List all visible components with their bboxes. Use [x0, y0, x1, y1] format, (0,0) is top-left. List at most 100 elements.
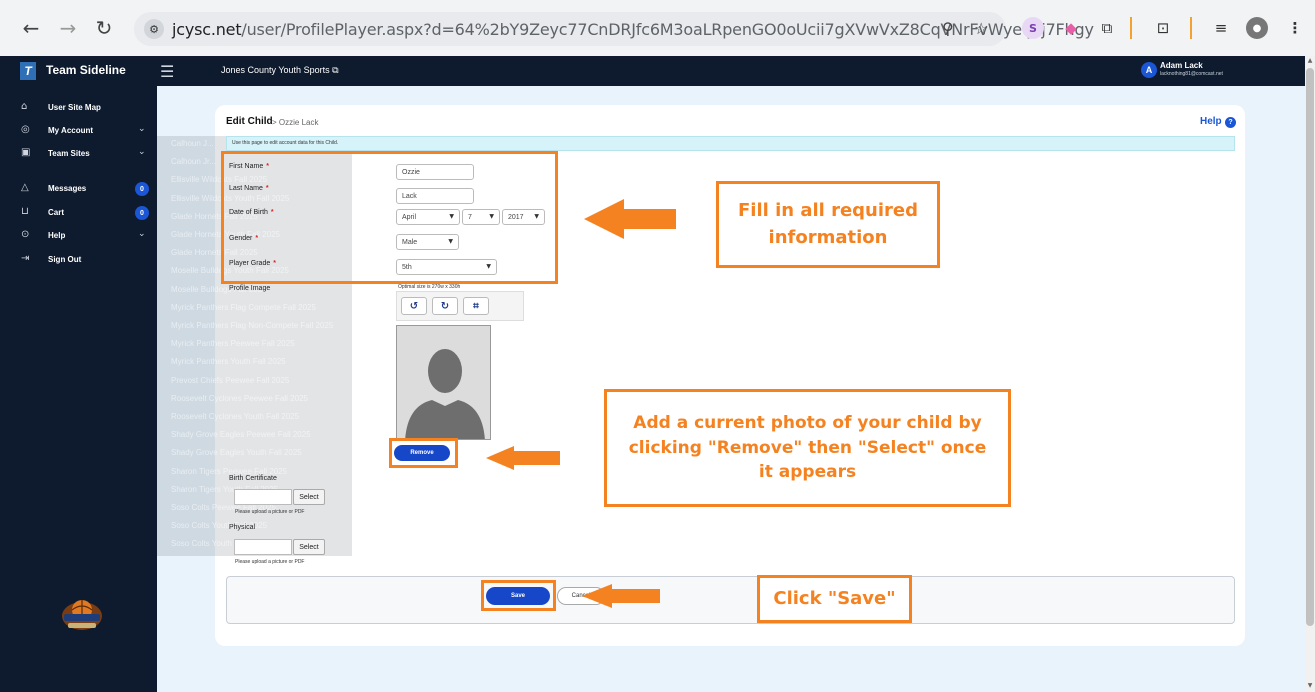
team-site-item[interactable]: Myrick Panthers Flag Non-Compete Fall 20…: [171, 321, 333, 330]
org-name: Jones County Youth Sports: [221, 65, 330, 75]
scrollbar-thumb[interactable]: [1306, 68, 1314, 626]
org-link[interactable]: Jones County Youth Sports ⧉: [221, 65, 339, 76]
user-email: lacknothing81@comcast.net: [1160, 71, 1223, 77]
team-site-item[interactable]: Roosevelt Cyclones Youth Fall 2025: [171, 412, 299, 421]
arrow-left-icon: [486, 446, 560, 470]
chevron-down-icon: ⌄: [138, 124, 146, 134]
sidebar-item-label: Team Sites: [48, 149, 90, 158]
browser-toolbar: ← → ↻ ⚙ jcysc.net/user/ProfilePlayer.asp…: [0, 0, 1315, 56]
help-icon: ⊙: [21, 229, 30, 240]
fill-required-callout: Fill in all required information: [716, 181, 940, 268]
zoom-icon[interactable]: ⚲: [942, 19, 954, 38]
birth-certificate-select-button[interactable]: Select: [293, 489, 325, 505]
sidebar-item-user-site-map[interactable]: ⌂ User Site Map: [0, 98, 157, 118]
home-icon: ⌂: [21, 101, 28, 112]
url-path: /user/ProfilePlayer.aspx?d=64%2bY9Zeyc77…: [241, 20, 1094, 39]
reload-icon[interactable]: ↻: [92, 16, 116, 40]
user-avatar[interactable]: A: [1141, 62, 1157, 78]
rotate-right-icon[interactable]: ↻: [432, 297, 458, 315]
sidebar-item-label: Sign Out: [48, 255, 82, 264]
bell-icon: △: [21, 182, 29, 193]
app-header: T Team Sideline ☰ Jones County Youth Spo…: [0, 56, 1305, 86]
media-queue-icon[interactable]: ≡: [1210, 17, 1232, 39]
toolbar-divider: [1190, 17, 1192, 39]
scroll-down-icon[interactable]: ▼: [1306, 682, 1314, 689]
physical-select-button[interactable]: Select: [293, 539, 325, 555]
reading-mode-icon[interactable]: ⊡: [1152, 17, 1174, 39]
rotate-left-icon[interactable]: ↺: [401, 297, 427, 315]
extension-diamond-icon[interactable]: ◆: [1060, 17, 1082, 39]
add-photo-callout: Add a current photo of your child by cli…: [604, 389, 1011, 507]
profile-image-label: Profile Image: [229, 285, 271, 292]
toolbar-divider: [1130, 17, 1132, 39]
info-text: Use this page to edit account data for t…: [232, 140, 339, 146]
image-toolbar: ↺ ↻ ⌗: [396, 291, 524, 321]
physical-file-field[interactable]: [234, 539, 292, 555]
sidebar-item-label: Messages: [48, 184, 87, 193]
site-info-icon[interactable]: ⚙: [144, 19, 164, 39]
team-site-item[interactable]: Myrick Panthers Youth Fall 2025: [171, 357, 286, 366]
team-site-item[interactable]: Roosevelt Cyclones Peewee Fall 2025: [171, 394, 308, 403]
account-icon: ◎: [21, 124, 30, 135]
birth-certificate-file-field[interactable]: [234, 489, 292, 505]
team-site-item[interactable]: Calhoun J...: [171, 139, 214, 148]
image-size-note: Optimal size is 270w x 330h: [398, 284, 461, 290]
upload-note: Please upload a picture or PDF: [235, 559, 305, 565]
help-question-icon[interactable]: ?: [1225, 117, 1236, 128]
team-site-item[interactable]: Myrick Panthers Peewee Fall 2025: [171, 339, 295, 348]
bookmark-star-icon[interactable]: ☆: [974, 19, 988, 38]
arrow-left-icon: [582, 584, 660, 608]
profile-photo-placeholder: [396, 325, 491, 440]
arrow-left-icon: [584, 199, 676, 239]
sign-out-icon: ⇥: [21, 253, 30, 264]
team-site-item[interactable]: Myrick Panthers Flag Compete Fall 2025: [171, 303, 316, 312]
sidebar-item-my-account[interactable]: ◎ My Account ⌄: [0, 121, 157, 141]
count-badge: 0: [135, 206, 149, 220]
birth-certificate-label: Birth Certificate: [229, 475, 277, 482]
cart-icon: ⊔: [21, 206, 29, 217]
sidebar-item-label: My Account: [48, 126, 94, 135]
jones-county-logo-icon: [62, 600, 102, 630]
address-bar[interactable]: ⚙ jcysc.net/user/ProfilePlayer.aspx?d=64…: [134, 12, 1094, 46]
profile-avatar-icon[interactable]: ●: [1246, 17, 1268, 39]
upload-note: Please upload a picture or PDF: [235, 509, 305, 515]
user-name[interactable]: Adam Lack: [1160, 61, 1203, 70]
extensions-puzzle-icon[interactable]: ⧉: [1096, 17, 1118, 39]
team-site-item[interactable]: Shady Grove Eagles Peewee Fall 2025: [171, 430, 311, 439]
form-footer: [226, 576, 1235, 624]
sidebar-item-label: Cart: [48, 208, 65, 217]
silhouette-icon: [397, 326, 490, 439]
remove-button-highlight: [389, 438, 458, 468]
back-icon[interactable]: ←: [19, 16, 43, 40]
page-title: Edit Child: [226, 116, 273, 127]
brand-name[interactable]: Team Sideline: [46, 63, 126, 77]
url-host: jcysc.net: [172, 20, 242, 39]
team-sideline-logo-icon: T: [20, 62, 36, 80]
hamburger-menu-icon[interactable]: ☰: [160, 62, 174, 81]
sidebar-item-help[interactable]: ⊙ Help ⌄: [0, 226, 157, 246]
team-icon: ▣: [21, 147, 31, 158]
extension-s-icon[interactable]: S: [1022, 17, 1044, 39]
menu-kebab-icon[interactable]: ⋮: [1284, 17, 1306, 39]
breadcrumb: > Ozzie Lack: [272, 118, 319, 127]
team-site-item[interactable]: Shady Grove Eagles Youth Fall 2025: [171, 448, 302, 457]
sidebar-item-label: User Site Map: [48, 103, 101, 112]
sidebar-item-cart[interactable]: ⊔ Cart 0: [0, 203, 157, 223]
sidebar: ⌂ User Site Map ◎ My Account ⌄ ▣ Team Si…: [0, 86, 157, 692]
sidebar-item-label: Help: [48, 231, 66, 240]
team-site-item[interactable]: Calhoun Jr...: [171, 157, 216, 166]
team-site-item[interactable]: Prevost Chiefs Peewee Fall 2025: [171, 376, 289, 385]
required-fields-highlight: [221, 151, 558, 284]
count-badge: 0: [135, 182, 149, 196]
save-button-highlight: [481, 580, 556, 611]
help-link[interactable]: Help: [1200, 116, 1222, 127]
url-text[interactable]: jcysc.net/user/ProfilePlayer.aspx?d=64%2…: [172, 20, 1094, 39]
click-save-callout: Click "Save": [757, 575, 912, 623]
sidebar-item-messages[interactable]: △ Messages 0: [0, 179, 157, 199]
crop-icon[interactable]: ⌗: [463, 297, 489, 315]
sidebar-item-sign-out[interactable]: ⇥ Sign Out: [0, 250, 157, 270]
scroll-up-icon[interactable]: ▲: [1306, 57, 1314, 64]
forward-icon[interactable]: →: [56, 16, 80, 40]
sidebar-item-team-sites[interactable]: ▣ Team Sites ⌄: [0, 144, 157, 164]
chevron-down-icon: ⌄: [138, 147, 146, 157]
